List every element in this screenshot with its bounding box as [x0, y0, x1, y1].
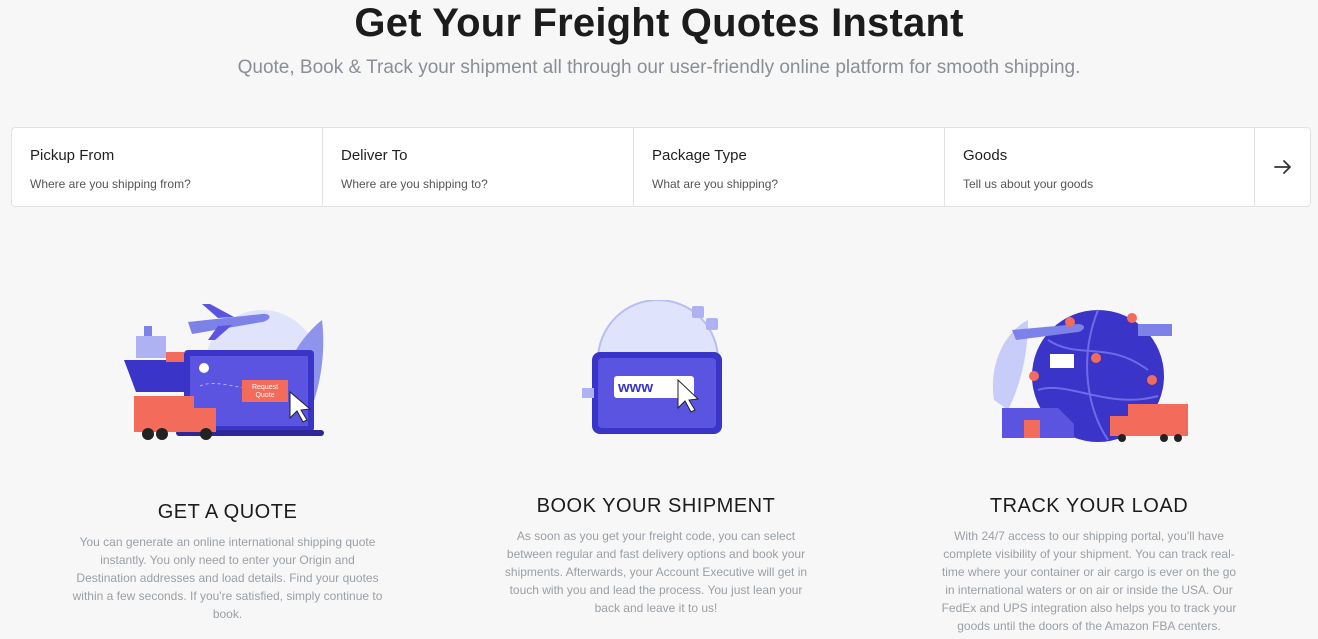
page-subtitle: Quote, Book & Track your shipment all th…	[237, 57, 1081, 78]
laptop-quote-illustration: Request Quote	[124, 304, 324, 440]
feature-title: BOOK YOUR SHIPMENT	[536, 495, 776, 517]
settings-icon	[692, 306, 704, 318]
submit-quote-button[interactable]	[1255, 128, 1310, 206]
globe-tracking-illustration	[992, 309, 1188, 442]
goods-field[interactable]: Goods	[945, 128, 1255, 206]
url-text: www	[617, 379, 653, 396]
music-icon	[706, 318, 718, 330]
mail-icon	[582, 388, 594, 398]
page-title: Get Your Freight Quotes Instant	[354, 1, 964, 45]
arrow-right-icon	[1273, 160, 1291, 174]
quote-form: Pickup From Deliver To Package Type Good…	[11, 127, 1311, 207]
feature-title: TRACK YOUR LOAD	[989, 495, 1189, 517]
request-quote-label: Request Quote	[252, 384, 278, 399]
package-type-field[interactable]: Package Type	[634, 128, 945, 206]
package-type-label: Package Type	[652, 147, 747, 164]
feature-get-quote: GET A QUOTE You can generate an online i…	[70, 501, 385, 623]
goods-input[interactable]	[963, 177, 1223, 191]
deliver-to-field[interactable]: Deliver To	[323, 128, 634, 206]
ship-icon	[1138, 324, 1172, 336]
pickup-from-label: Pickup From	[30, 147, 115, 164]
deliver-to-label: Deliver To	[341, 147, 408, 164]
package-icon	[1024, 420, 1040, 438]
feature-track-load: TRACK YOUR LOAD With 24/7 access to our …	[938, 495, 1240, 635]
feature-text: As soon as you get your freight code, yo…	[504, 529, 808, 615]
feature-title: GET A QUOTE	[157, 501, 298, 523]
pickup-from-input[interactable]	[30, 177, 290, 191]
small-truck-icon	[1050, 354, 1074, 368]
goods-label: Goods	[963, 147, 1008, 164]
truck-icon	[1128, 404, 1188, 436]
feature-text: With 24/7 access to our shipping portal,…	[941, 529, 1237, 633]
package-type-input[interactable]	[652, 177, 912, 191]
deliver-to-input[interactable]	[341, 177, 601, 191]
feature-text: You can generate an online international…	[72, 535, 383, 621]
browser-www-illustration: www	[582, 300, 722, 434]
pickup-from-field[interactable]: Pickup From	[12, 128, 323, 206]
feature-book-shipment: BOOK YOUR SHIPMENT As soon as you get yo…	[500, 495, 812, 617]
